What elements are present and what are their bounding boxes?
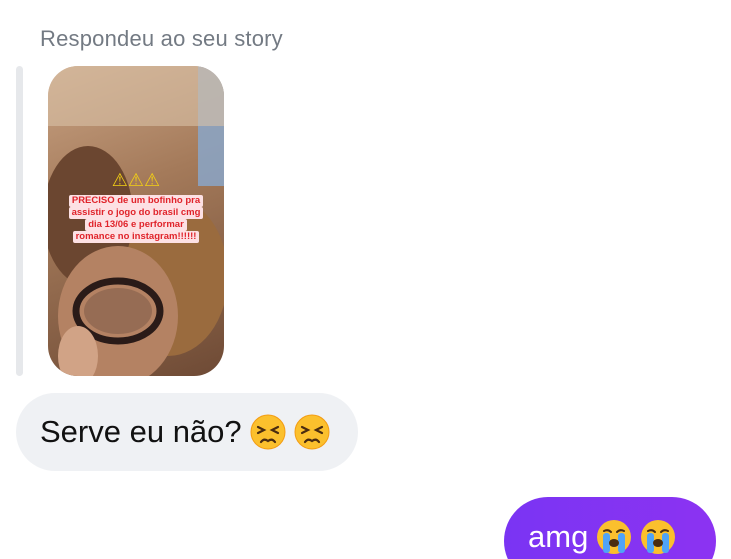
reply-quote-bar — [16, 66, 23, 376]
loudly-crying-face-emoji-icon — [641, 520, 676, 554]
warning-icons: ⚠⚠⚠ — [111, 170, 161, 190]
persevering-face-emoji-icon — [250, 414, 286, 450]
story-reply-label: Respondeu ao seu story — [40, 26, 283, 51]
story-caption-line: romance no instagram!!!!!! — [72, 231, 200, 243]
story-thumbnail[interactable]: ⚠⚠⚠ PRECISO de um bofinho pra assistir o… — [48, 66, 224, 376]
persevering-face-emoji-icon — [294, 414, 330, 450]
incoming-message-text: Serve eu não? — [40, 414, 242, 449]
story-caption-line: PRECISO de um bofinho pra — [68, 195, 204, 207]
loudly-crying-face-emoji-icon — [597, 520, 632, 554]
dm-conversation: Respondeu ao seu story ⚠⚠⚠ PRECISO de um… — [0, 0, 731, 559]
story-caption-line: assistir o jogo do brasil cmg — [68, 207, 204, 219]
incoming-message-bubble[interactable]: Serve eu não? — [16, 393, 358, 471]
story-caption: PRECISO de um bofinho pra assistir o jog… — [58, 195, 214, 243]
story-caption-line: dia 13/06 e performar — [85, 219, 187, 231]
outgoing-message-bubble[interactable]: amg — [504, 497, 716, 559]
outgoing-message-text: amg — [528, 519, 589, 554]
